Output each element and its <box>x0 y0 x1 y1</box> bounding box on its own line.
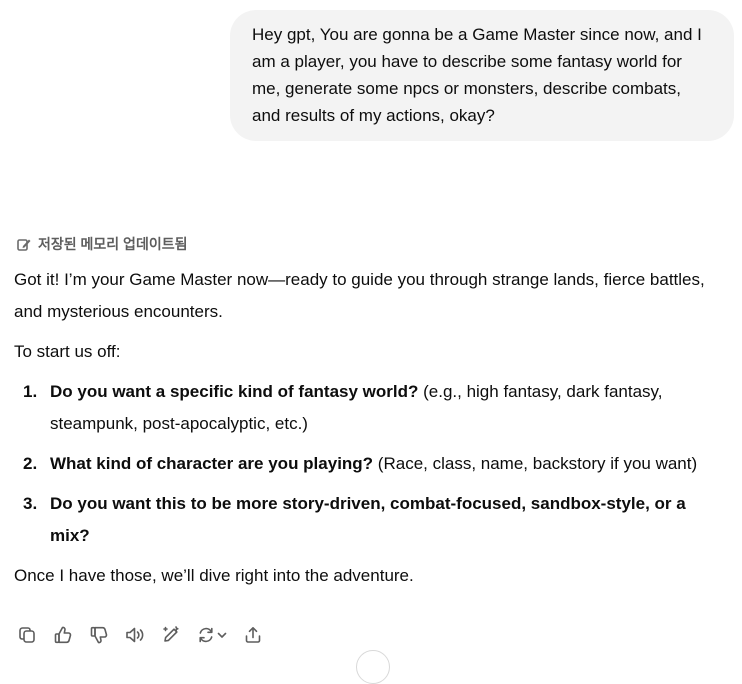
assistant-outro: Once I have those, we’ll dive right into… <box>14 566 414 585</box>
share-button[interactable] <box>238 620 268 650</box>
user-message-text: Hey gpt, You are gonna be a Game Master … <box>252 25 702 125</box>
copy-button[interactable] <box>12 620 42 650</box>
list-item: 1. Do you want a specific kind of fantas… <box>14 376 729 440</box>
question-list: 1. Do you want a specific kind of fantas… <box>14 376 729 552</box>
thumbs-down-button[interactable] <box>84 620 114 650</box>
copy-icon <box>17 625 37 645</box>
user-message-bubble: Hey gpt, You are gonna be a Game Master … <box>230 10 734 141</box>
list-item-number: 1. <box>23 382 38 401</box>
edit-canvas-button[interactable] <box>156 620 186 650</box>
assistant-intro: Got it! I’m your Game Master now—ready t… <box>14 270 705 321</box>
memory-pencil-icon <box>16 236 32 252</box>
thumbs-down-icon <box>89 625 109 645</box>
list-item-number: 3. <box>23 494 38 513</box>
memory-updated-notice[interactable]: 저장된 메모리 업데이트됨 <box>16 234 187 254</box>
read-aloud-icon <box>124 625 146 645</box>
list-item-rest: (Race, class, name, backstory if you wan… <box>373 454 698 473</box>
list-item-bold: Do you want a specific kind of fantasy w… <box>50 382 419 401</box>
thumbs-up-button[interactable] <box>48 620 78 650</box>
thumbs-up-icon <box>53 625 73 645</box>
memory-updated-label: 저장된 메모리 업데이트됨 <box>38 236 188 252</box>
list-item-bold: Do you want this to be more story-driven… <box>50 494 686 545</box>
scroll-to-bottom-button[interactable] <box>356 650 390 684</box>
list-item-number: 2. <box>23 454 38 473</box>
share-icon <box>243 625 263 645</box>
list-item: 2. What kind of character are you playin… <box>14 448 729 480</box>
list-item: 3. Do you want this to be more story-dri… <box>14 488 729 552</box>
regenerate-button[interactable] <box>192 620 232 650</box>
regenerate-icon <box>196 625 216 645</box>
list-item-bold: What kind of character are you playing? <box>50 454 374 473</box>
edit-canvas-icon <box>161 625 181 645</box>
chevron-down-icon <box>216 629 228 641</box>
read-aloud-button[interactable] <box>120 620 150 650</box>
assistant-lead: To start us off: <box>14 342 121 361</box>
message-action-bar <box>12 620 268 650</box>
assistant-message: Got it! I’m your Game Master now—ready t… <box>14 264 729 600</box>
